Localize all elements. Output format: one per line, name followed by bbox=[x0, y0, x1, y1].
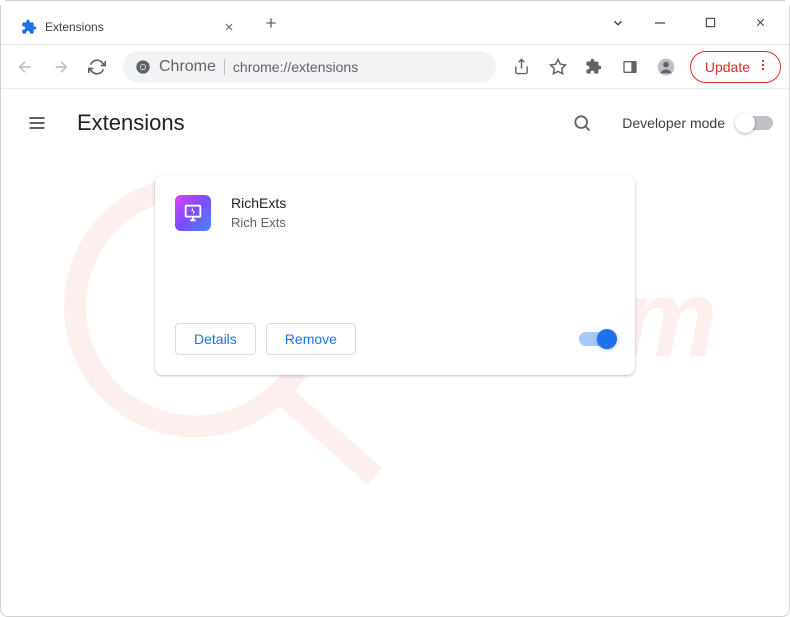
forward-button bbox=[45, 51, 77, 83]
extensions-button[interactable] bbox=[578, 51, 610, 83]
address-protocol: Chrome bbox=[159, 58, 216, 76]
update-label: Update bbox=[705, 59, 750, 75]
sidepanel-button[interactable] bbox=[614, 51, 646, 83]
browser-tab[interactable]: Extensions bbox=[9, 10, 249, 44]
tab-title: Extensions bbox=[45, 20, 213, 34]
developer-mode-label: Developer mode bbox=[622, 115, 725, 131]
extension-icon bbox=[175, 195, 211, 231]
maximize-button[interactable] bbox=[687, 7, 733, 39]
reload-button[interactable] bbox=[81, 51, 113, 83]
bookmark-button[interactable] bbox=[542, 51, 574, 83]
details-button[interactable]: Details bbox=[175, 323, 256, 355]
more-menu-icon bbox=[756, 58, 770, 75]
page-title: Extensions bbox=[77, 110, 185, 136]
developer-mode-toggle[interactable] bbox=[737, 116, 773, 130]
extension-enabled-toggle[interactable] bbox=[579, 332, 615, 346]
header-right: Developer mode bbox=[562, 103, 773, 143]
back-button bbox=[9, 51, 41, 83]
chrome-logo-icon bbox=[135, 59, 151, 75]
remove-button[interactable]: Remove bbox=[266, 323, 356, 355]
window-controls bbox=[603, 7, 789, 39]
content-area: RichExts Rich Exts Details Remove bbox=[1, 151, 789, 399]
extension-info: RichExts Rich Exts bbox=[231, 195, 615, 315]
page-header: Extensions Developer mode bbox=[1, 95, 789, 151]
profile-button[interactable] bbox=[650, 51, 682, 83]
close-tab-icon[interactable] bbox=[221, 19, 237, 35]
card-actions: Details Remove bbox=[175, 323, 615, 355]
extension-puzzle-icon bbox=[21, 19, 37, 35]
developer-mode: Developer mode bbox=[622, 115, 773, 131]
share-button[interactable] bbox=[506, 51, 538, 83]
address-url: chrome://extensions bbox=[233, 59, 358, 75]
card-top: RichExts Rich Exts bbox=[175, 195, 615, 315]
search-button[interactable] bbox=[562, 103, 602, 143]
extension-card: RichExts Rich Exts Details Remove bbox=[155, 175, 635, 375]
close-window-button[interactable] bbox=[737, 7, 783, 39]
minimize-button[interactable] bbox=[637, 7, 683, 39]
menu-button[interactable] bbox=[17, 103, 57, 143]
extension-name: RichExts bbox=[231, 195, 615, 211]
extension-description: Rich Exts bbox=[231, 215, 615, 230]
new-tab-button[interactable] bbox=[257, 9, 285, 37]
tab-dropdown-button[interactable] bbox=[603, 7, 633, 39]
address-divider bbox=[224, 59, 225, 75]
titlebar: Extensions bbox=[1, 1, 789, 45]
address-bar[interactable]: Chrome chrome://extensions bbox=[123, 51, 496, 83]
update-button[interactable]: Update bbox=[690, 51, 781, 83]
toolbar: Chrome chrome://extensions Update bbox=[1, 45, 789, 89]
